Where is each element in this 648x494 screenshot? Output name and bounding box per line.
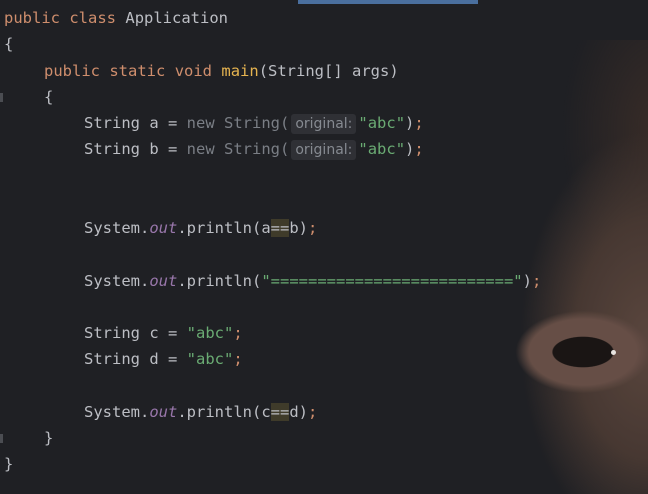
- brace: {: [4, 35, 14, 53]
- code-line-6[interactable]: String b = new String(original: "abc");: [84, 136, 424, 162]
- params: (String[] args): [258, 62, 399, 80]
- type: String: [84, 140, 140, 158]
- type: String: [84, 324, 140, 342]
- type: String: [84, 350, 140, 368]
- call-rest: b): [289, 219, 308, 237]
- semicolon: ;: [414, 114, 424, 132]
- code-line-8[interactable]: System.out.println("====================…: [84, 268, 541, 294]
- scroll-indicator[interactable]: [298, 0, 478, 4]
- code-line-13[interactable]: }: [4, 451, 13, 477]
- var-decl: b =: [140, 140, 187, 158]
- background-portrait-image: [488, 40, 648, 494]
- keyword: static: [109, 62, 166, 80]
- string-literal: "abc": [186, 324, 234, 342]
- semicolon: ;: [308, 219, 318, 237]
- code-line-5[interactable]: String a = new String(original: "abc");: [84, 110, 424, 136]
- keyword: public: [44, 62, 100, 80]
- string-literal: "==========================": [261, 272, 523, 290]
- background-eye-highlight: [611, 350, 616, 355]
- code-line-1[interactable]: public class Application: [4, 5, 228, 31]
- string-literal: "abc": [186, 350, 234, 368]
- constructor: String(: [214, 114, 290, 132]
- static-field: out: [149, 403, 178, 421]
- brace: }: [4, 455, 14, 473]
- static-field: out: [149, 219, 178, 237]
- method-call: .println(a: [177, 219, 271, 237]
- keyword: void: [174, 62, 213, 80]
- type: String: [84, 114, 140, 132]
- new-keyword: new: [186, 140, 215, 158]
- keyword: class: [69, 9, 117, 27]
- class-ref: System.: [84, 272, 150, 290]
- method-call: .println(c: [177, 403, 271, 421]
- code-line-3[interactable]: public static void main(String[] args): [44, 58, 399, 84]
- class-name: Application: [125, 9, 229, 27]
- class-ref: System.: [84, 403, 150, 421]
- close-paren: ): [405, 114, 415, 132]
- string-literal: "abc": [358, 140, 406, 158]
- semicolon: ;: [233, 350, 243, 368]
- code-editor[interactable]: public class Application { public static…: [0, 0, 648, 494]
- method-name: main: [221, 62, 259, 80]
- parameter-hint: original:: [291, 140, 357, 160]
- fold-marker[interactable]: [0, 434, 3, 443]
- close-paren: ): [522, 272, 532, 290]
- brace: }: [44, 429, 54, 447]
- static-field: out: [149, 272, 178, 290]
- code-line-11[interactable]: System.out.println(c==d);: [84, 399, 317, 425]
- var-decl: a =: [140, 114, 187, 132]
- code-line-12[interactable]: }: [44, 425, 53, 451]
- code-line-10[interactable]: String d = "abc";: [84, 346, 243, 372]
- semicolon: ;: [531, 272, 542, 290]
- string-literal: "abc": [358, 114, 406, 132]
- constructor: String(: [214, 140, 290, 158]
- parameter-hint: original:: [291, 114, 357, 134]
- class-ref: System.: [84, 219, 150, 237]
- var-decl: d =: [140, 350, 187, 368]
- code-line-2[interactable]: {: [4, 31, 13, 57]
- keyword: public: [4, 9, 60, 27]
- code-line-9[interactable]: String c = "abc";: [84, 320, 243, 346]
- code-line-7[interactable]: System.out.println(a==b);: [84, 215, 317, 241]
- equality-operator: ==: [270, 219, 290, 237]
- fold-marker[interactable]: [0, 93, 3, 102]
- code-line-4[interactable]: {: [44, 84, 53, 110]
- semicolon: ;: [233, 324, 243, 342]
- new-keyword: new: [186, 114, 215, 132]
- brace: {: [44, 88, 54, 106]
- call-rest: d): [289, 403, 308, 421]
- var-decl: c =: [140, 324, 187, 342]
- close-paren: ): [405, 140, 415, 158]
- equality-operator: ==: [270, 403, 290, 421]
- semicolon: ;: [308, 403, 318, 421]
- method-call: .println(: [177, 272, 262, 290]
- semicolon: ;: [414, 140, 424, 158]
